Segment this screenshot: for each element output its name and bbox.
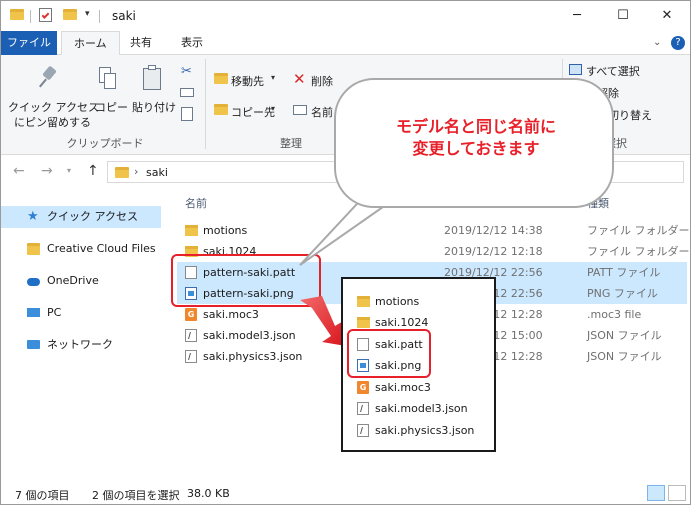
red-arrow-icon xyxy=(300,296,346,346)
callout-line-2: 変更しておきます xyxy=(412,139,540,158)
list-item: motions xyxy=(353,291,493,312)
folder-icon xyxy=(357,317,370,328)
file-name: motions xyxy=(375,295,420,308)
file-name: saki.model3.json xyxy=(375,402,468,415)
folder-icon xyxy=(357,296,370,307)
file-name: saki.moc3 xyxy=(375,381,431,394)
callout-text: モデル名と同じ名前に 変更しておきます xyxy=(336,116,616,160)
list-item: saki.physics3.json xyxy=(353,420,493,441)
json-file-icon xyxy=(357,402,369,415)
highlight-box-renamed xyxy=(347,329,431,378)
list-item: saki.model3.json xyxy=(353,398,493,419)
callout-bubble: モデル名と同じ名前に 変更しておきます xyxy=(334,78,614,208)
file-name: saki.physics3.json xyxy=(375,424,475,437)
list-item: G saki.moc3 xyxy=(353,377,493,398)
json-file-icon xyxy=(357,424,369,437)
moc3-file-icon: G xyxy=(357,381,369,394)
callout-line-1: モデル名と同じ名前に xyxy=(395,117,556,136)
